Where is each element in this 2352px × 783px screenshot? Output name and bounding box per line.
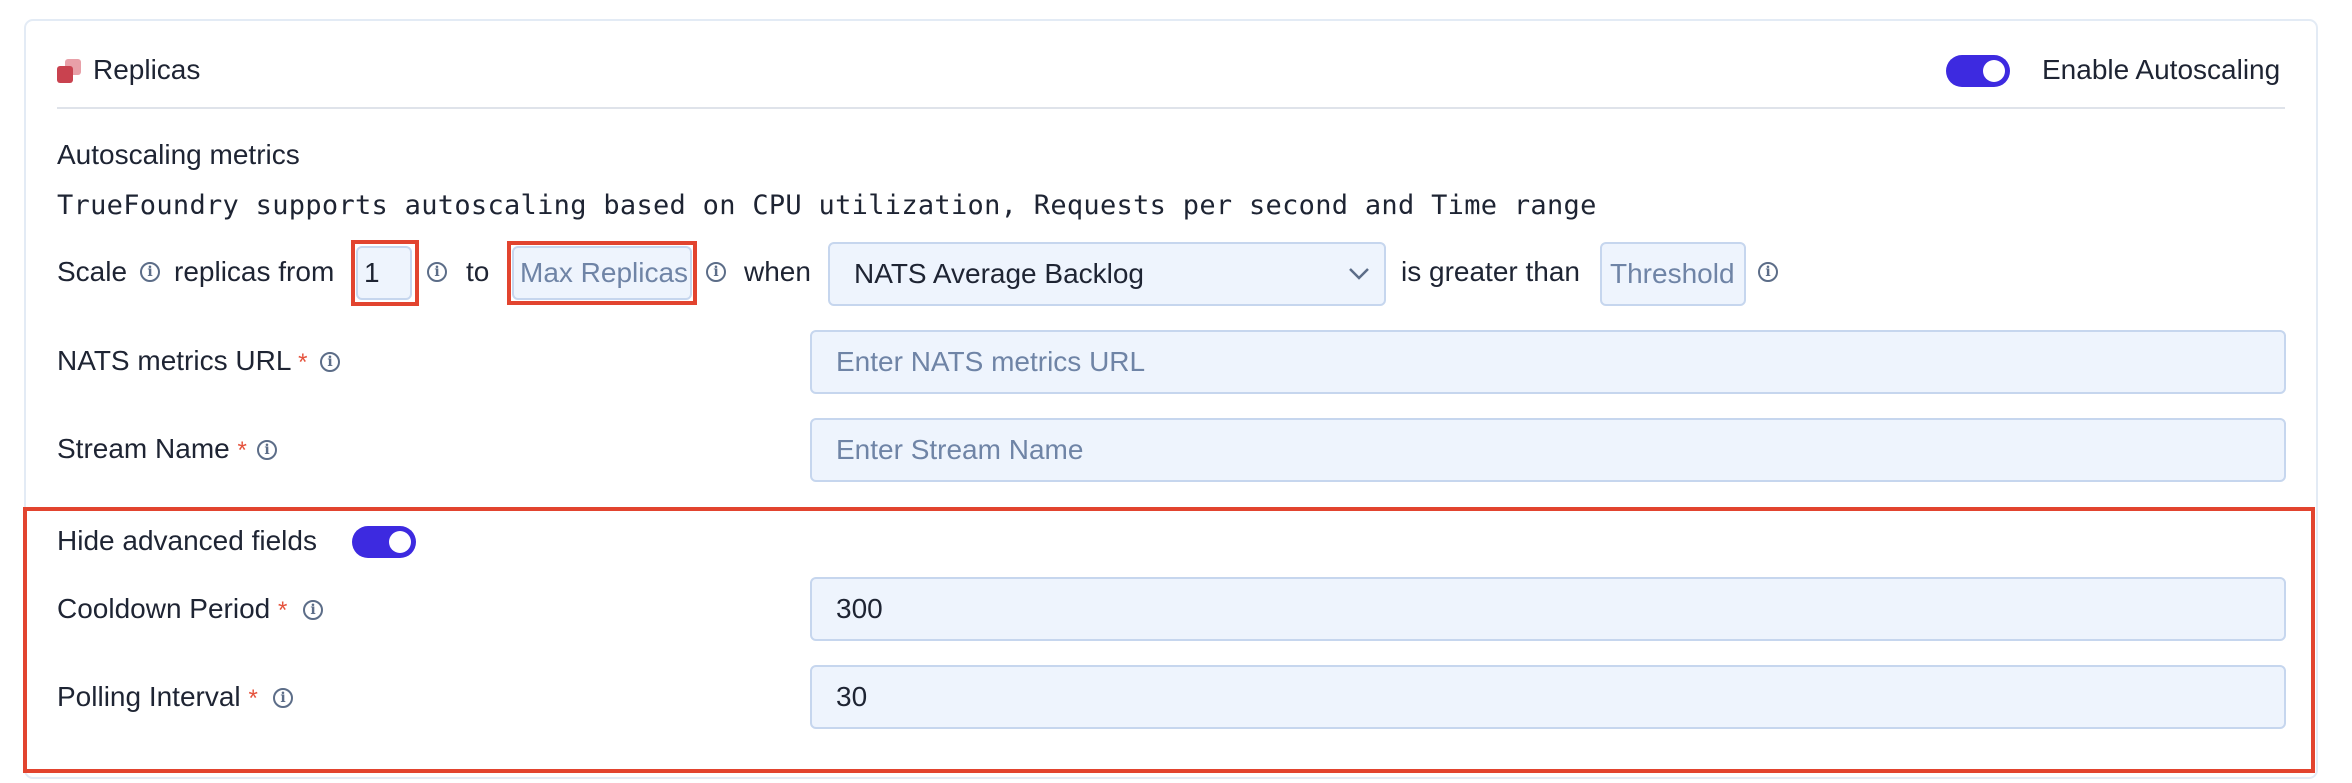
highlight-min-replicas (351, 240, 419, 306)
polling-info-icon[interactable]: i (273, 688, 293, 708)
required-marker: * (248, 685, 258, 712)
chevron-down-icon (1349, 268, 1369, 280)
is-greater-than-label: is greater than (1401, 256, 1580, 287)
enable-autoscaling-label: Enable Autoscaling (2042, 54, 2281, 85)
when-label: when (744, 256, 811, 287)
scale-info-icon[interactable]: i (140, 262, 160, 282)
header-divider (57, 107, 2285, 109)
autoscaling-metrics-title: Autoscaling metrics (57, 139, 300, 170)
metric-select[interactable]: NATS Average Backlog (828, 242, 1386, 306)
required-marker: * (278, 597, 288, 624)
to-label: to (466, 256, 490, 287)
cooldown-info-icon[interactable]: i (303, 600, 323, 620)
required-marker: * (237, 437, 247, 464)
section-title-replicas: Replicas (93, 54, 201, 85)
autoscaling-description: TrueFoundry supports autoscaling based o… (57, 190, 1597, 221)
toggle-knob (1983, 60, 2005, 82)
nats-url-label: NATS metrics URL * (57, 345, 308, 376)
nats-url-info-icon[interactable]: i (320, 352, 340, 372)
scale-label: Scale (57, 256, 128, 287)
enable-autoscaling-toggle[interactable] (1946, 55, 2010, 87)
replicas-icon (57, 59, 81, 83)
stream-name-info-icon[interactable]: i (257, 440, 277, 460)
polling-interval-label: Polling Interval * (57, 681, 258, 712)
stream-name-input[interactable]: Enter Stream Name (810, 418, 2286, 482)
threshold-info-icon[interactable]: i (1758, 262, 1778, 282)
polling-interval-input[interactable]: 30 (810, 665, 2286, 729)
threshold-input[interactable]: Threshold (1600, 242, 1746, 306)
hide-advanced-fields-toggle[interactable] (352, 526, 416, 558)
required-marker: * (298, 349, 308, 376)
replicas-from-label: replicas from (174, 256, 335, 287)
stream-name-label: Stream Name * (57, 433, 247, 464)
hide-advanced-fields-label: Hide advanced fields (57, 525, 317, 556)
metric-select-value: NATS Average Backlog (854, 258, 1145, 289)
min-replicas-info-icon[interactable]: i (427, 262, 447, 282)
highlight-max-replicas (507, 241, 697, 305)
toggle-knob (389, 531, 411, 553)
nats-url-input[interactable]: Enter NATS metrics URL (810, 330, 2286, 394)
cooldown-period-input[interactable]: 300 (810, 577, 2286, 641)
max-replicas-info-icon[interactable]: i (706, 262, 726, 282)
cooldown-period-label: Cooldown Period * (57, 593, 288, 624)
